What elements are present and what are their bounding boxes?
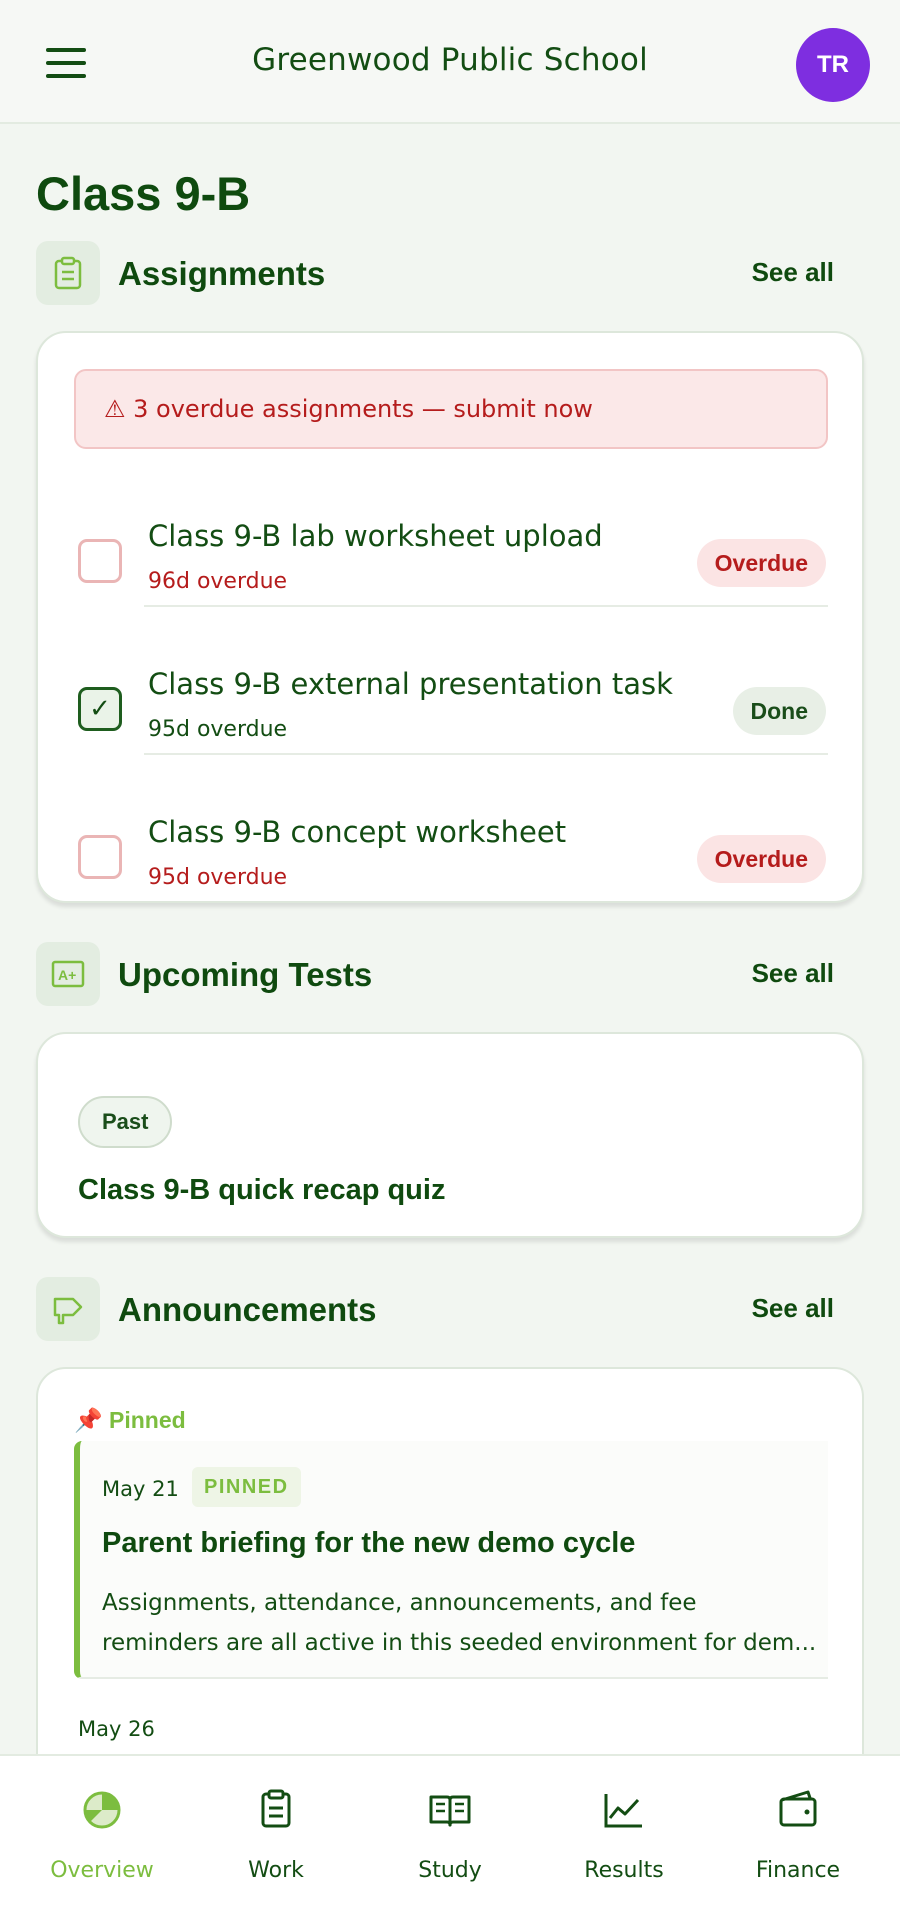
nav-study[interactable]: Study — [360, 1756, 540, 1917]
assignments-section-header: Assignments See all — [36, 241, 864, 307]
overview-icon — [78, 1786, 126, 1834]
tests-title: Upcoming Tests — [118, 956, 373, 993]
bottom-navigation: Overview Work Study Results Finance — [0, 1754, 900, 1917]
assignments-title: Assignments — [118, 255, 326, 292]
page-title: Class 9-B — [36, 167, 251, 220]
assignment-title: Class 9-B lab worksheet upload — [148, 519, 603, 553]
assignment-due: 95d overdue — [148, 865, 288, 890]
clipboard-icon — [36, 241, 100, 305]
assignment-title: Class 9-B concept worksheet — [148, 815, 567, 849]
overdue-alert: ⚠ 3 overdue assignments — submit now — [74, 369, 828, 449]
pinned-badge: PINNED — [192, 1467, 301, 1507]
assignment-checkbox[interactable] — [78, 539, 122, 583]
nav-overview[interactable]: Overview — [12, 1756, 192, 1917]
nav-label: Finance — [755, 1858, 841, 1883]
announcement-body-line: Assignments, attendance, announcements, … — [102, 1590, 697, 1616]
status-badge: Overdue — [696, 539, 826, 587]
nav-label: Study — [418, 1858, 482, 1883]
assignments-see-all-link[interactable]: See all — [752, 257, 834, 288]
assignment-row[interactable]: Class 9-B lab worksheet upload 96d overd… — [38, 489, 866, 637]
nav-label: Results — [584, 1858, 664, 1883]
app-header: Greenwood Public School TR — [0, 0, 900, 124]
svg-text:A+: A+ — [58, 967, 76, 983]
pinned-announcement[interactable]: May 21 PINNED Parent briefing for the ne… — [74, 1441, 828, 1679]
school-name: Greenwood Public School — [252, 42, 648, 78]
announcement-date: May 26 — [78, 1717, 155, 1741]
book-icon — [426, 1786, 474, 1834]
nav-label: Work — [248, 1858, 304, 1883]
test-status-badge: Past — [78, 1096, 173, 1148]
divider — [144, 753, 828, 755]
nav-work[interactable]: Work — [186, 1756, 366, 1917]
chart-icon — [600, 1786, 648, 1834]
announcements-see-all-link[interactable]: See all — [752, 1293, 834, 1324]
clipboard-icon — [252, 1786, 300, 1834]
announcements-title: Announcements — [118, 1291, 377, 1328]
assignment-due: 95d overdue — [148, 717, 288, 742]
test-title: Class 9-B quick recap quiz — [78, 1174, 446, 1206]
nav-label: Overview — [50, 1858, 154, 1883]
megaphone-icon — [36, 1277, 100, 1341]
tests-section-header: A+ Upcoming Tests See all — [36, 942, 864, 1008]
announcement-title: Parent briefing for the new demo cycle — [102, 1527, 636, 1559]
assignment-title: Class 9-B external presentation task — [148, 667, 673, 701]
pinned-label: 📌 Pinned — [74, 1407, 186, 1433]
assignment-row[interactable]: Class 9-B concept worksheet 95d overdue … — [38, 785, 866, 933]
announcement-body: Assignments, attendance, announcements, … — [102, 1583, 822, 1663]
announcement-body-line: reminders are all active in this seeded … — [102, 1630, 817, 1656]
assignment-checkbox[interactable] — [78, 835, 122, 879]
status-badge: Done — [732, 687, 826, 735]
nav-results[interactable]: Results — [534, 1756, 714, 1917]
avatar[interactable]: TR — [796, 28, 870, 102]
test-score-icon: A+ — [36, 942, 100, 1006]
divider — [144, 605, 828, 607]
assignments-card: ⚠ 3 overdue assignments — submit now Cla… — [36, 331, 864, 903]
announcements-card: 📌 Pinned May 21 PINNED Parent briefing f… — [36, 1367, 864, 1787]
announcements-section-header: Announcements See all — [36, 1277, 864, 1343]
assignment-due: 96d overdue — [148, 569, 288, 594]
assignment-row[interactable]: ✓ Class 9-B external presentation task 9… — [38, 637, 866, 785]
assignment-checkbox[interactable]: ✓ — [78, 687, 122, 731]
nav-finance[interactable]: Finance — [708, 1756, 888, 1917]
status-badge: Overdue — [696, 835, 826, 883]
test-card[interactable]: Past Class 9-B quick recap quiz — [36, 1032, 864, 1238]
tests-see-all-link[interactable]: See all — [752, 958, 834, 989]
announcement-date: May 21 — [102, 1477, 179, 1501]
wallet-icon — [774, 1786, 822, 1834]
